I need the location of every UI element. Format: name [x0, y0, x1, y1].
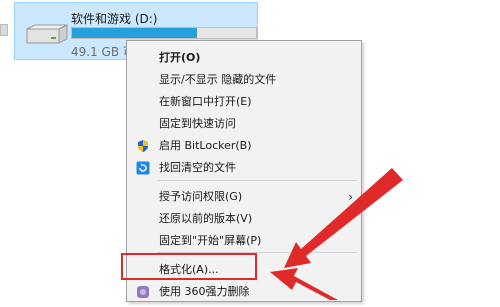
menu-item-label: 打开(O)	[159, 51, 201, 64]
menu-item-9[interactable]: 固定到"开始"屏幕(P)	[127, 230, 361, 252]
submenu-chevron-icon: ›	[348, 190, 353, 204]
menu-item-label: 固定到快速访问	[159, 117, 236, 130]
menu-item-label: 在新窗口中打开(E)	[159, 95, 252, 108]
menu-separator	[157, 180, 357, 181]
drive-usage-bar	[71, 27, 257, 39]
annotation-highlight-box	[121, 253, 257, 280]
menu-item-label: 固定到"开始"屏幕(P)	[159, 234, 262, 247]
shield-icon	[136, 139, 150, 153]
menu-item-label: 显示/不显示 隐藏的文件	[159, 73, 277, 86]
menu-item-8[interactable]: 还原以前的版本(V)	[127, 208, 361, 230]
partial-drive-icon[interactable]	[0, 24, 8, 36]
drive-usage-fill	[72, 28, 198, 38]
menu-item-1[interactable]: 打开(O)	[127, 47, 361, 69]
menu-item-7[interactable]: 授予访问权限(G) ›	[127, 186, 361, 208]
360-icon	[136, 285, 150, 299]
hard-drive-icon	[26, 24, 68, 44]
menu-item-label: 找回清空的文件	[159, 161, 236, 174]
menu-item-4[interactable]: 固定到快速访问	[127, 113, 361, 135]
drive-name: 软件和游戏 (D:)	[71, 12, 158, 26]
menu-item-5[interactable]: 启用 BitLocker(B)	[127, 135, 361, 157]
menu-item-label: 启用 BitLocker(B)	[159, 139, 252, 152]
menu-item-label: 还原以前的版本(V)	[159, 212, 253, 225]
recover-icon	[136, 161, 150, 175]
menu-item-label: 授予访问权限(G)	[159, 190, 243, 203]
menu-item-2[interactable]: 显示/不显示 隐藏的文件	[127, 69, 361, 91]
menu-item-6[interactable]: 找回清空的文件	[127, 157, 361, 179]
menu-item-3[interactable]: 在新窗口中打开(E)	[127, 91, 361, 113]
